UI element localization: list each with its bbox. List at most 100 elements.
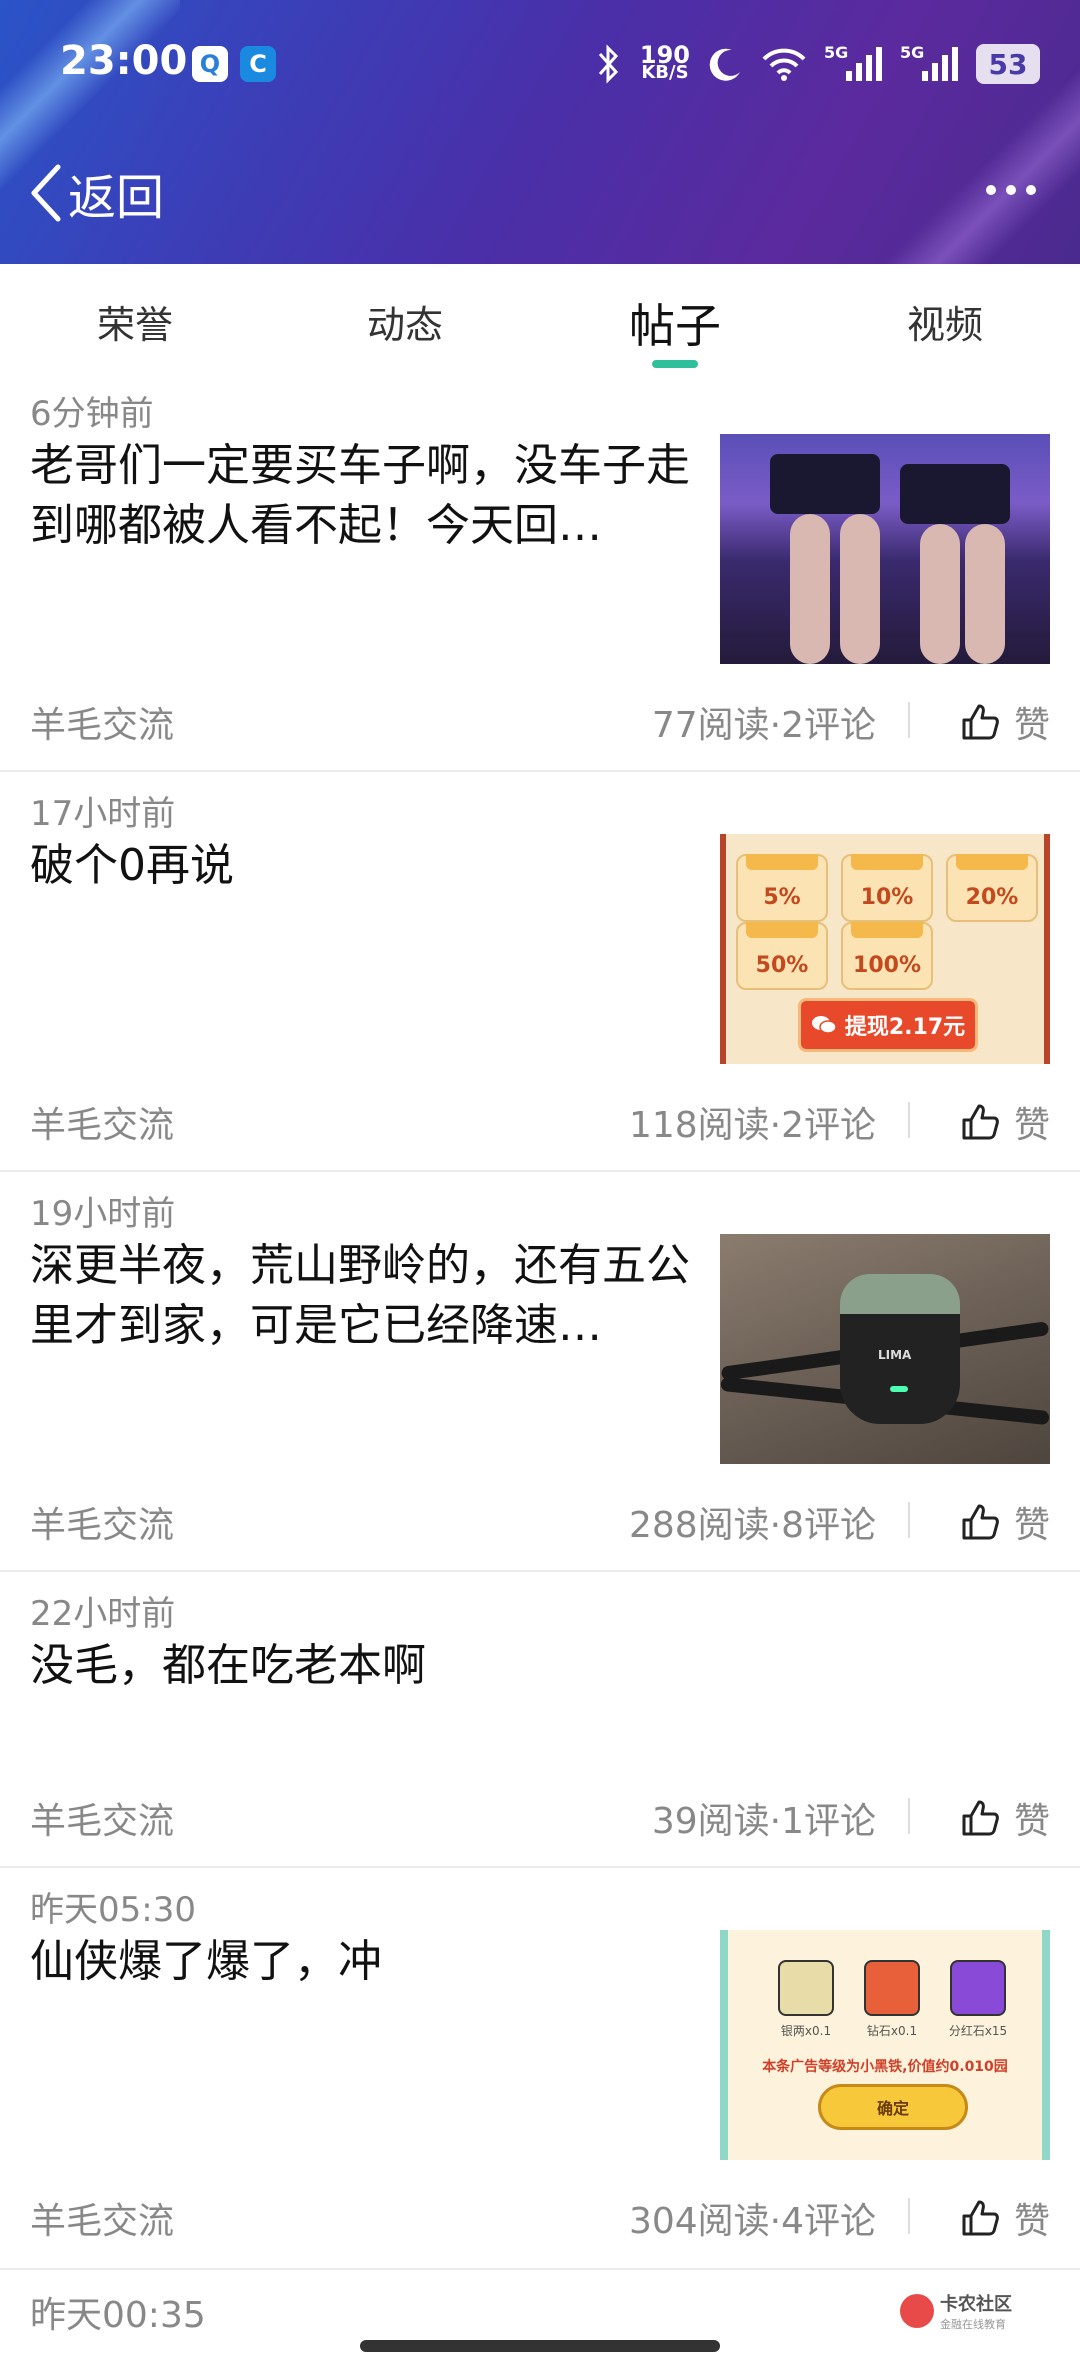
reward-item-image xyxy=(950,1960,1006,2016)
reward-item-image xyxy=(778,1960,834,2016)
tab-posts[interactable]: 帖子 xyxy=(540,264,810,374)
like-label: 赞 xyxy=(1013,1505,1050,1546)
post-item[interactable]: 19小时前 深更半夜，荒山野岭的，还有五公里才到家，可是它已经降速… LIMA … xyxy=(0,1174,1080,1572)
coupon-card: 50% xyxy=(736,922,828,990)
tab-videos[interactable]: 视频 xyxy=(810,264,1080,374)
tab-bar: 荣誉 动态 帖子 视频 xyxy=(0,264,1080,374)
watermark-subtitle: 金融在线教育 xyxy=(940,2318,1006,2331)
kanong-logo-icon xyxy=(900,2294,934,2328)
post-thumbnail[interactable] xyxy=(720,434,1050,664)
post-category[interactable]: 羊毛交流 xyxy=(30,696,174,748)
post-footer: 羊毛交流 118阅读·2评论 赞 xyxy=(30,1096,1050,1146)
thumbs-up-icon xyxy=(962,1504,999,1540)
battery-icon: 53 xyxy=(976,44,1040,84)
thumbs-up-icon xyxy=(962,2200,999,2236)
active-tab-indicator xyxy=(652,360,698,368)
like-button[interactable]: 赞 xyxy=(960,1496,1050,1548)
more-menu-button[interactable] xyxy=(986,180,1036,200)
post-title[interactable]: 深更半夜，荒山野岭的，还有五公里才到家，可是它已经降速… xyxy=(30,1236,710,1356)
signal-icon: 5G xyxy=(900,43,958,81)
watermark-title: 卡农社区 xyxy=(940,2294,1012,2315)
post-footer: 羊毛交流 77阅读·2评论 赞 xyxy=(30,696,1050,746)
home-indicator[interactable] xyxy=(360,2340,720,2352)
more-dot-icon xyxy=(986,185,996,195)
post-stats: 39阅读·1评论 xyxy=(651,1801,876,1842)
notification-app-icon: Q xyxy=(192,46,228,82)
divider xyxy=(908,1502,910,1538)
like-button[interactable]: 赞 xyxy=(960,1792,1050,1844)
post-title[interactable]: 仙侠爆了爆了，冲 xyxy=(30,1932,710,1992)
reward-label: 分红石x15 xyxy=(948,2024,1008,2038)
post-time: 19小时前 xyxy=(30,1194,176,1234)
like-label: 赞 xyxy=(1013,1801,1050,1842)
tab-label: 帖子 xyxy=(629,299,721,353)
post-time: 昨天00:35 xyxy=(30,2295,206,2336)
tab-activity[interactable]: 动态 xyxy=(270,264,540,374)
network-speed: 190 KB/S xyxy=(639,41,690,83)
like-label: 赞 xyxy=(1013,2201,1050,2242)
post-item[interactable]: 17小时前 破个0再说 5% 10% 20% 50% 100% 提现2.17元 … xyxy=(0,774,1080,1172)
divider xyxy=(908,2198,910,2234)
more-dot-icon xyxy=(1006,185,1016,195)
more-dot-icon xyxy=(1026,185,1036,195)
signal-icon: 5G xyxy=(824,43,882,81)
confirm-button-image: 确定 xyxy=(818,2084,968,2130)
post-thumbnail[interactable]: LIMA xyxy=(720,1234,1050,1464)
post-thumbnail[interactable]: 5% 10% 20% 50% 100% 提现2.17元 xyxy=(720,834,1050,1064)
post-category[interactable]: 羊毛交流 xyxy=(30,1792,174,1844)
moon-icon xyxy=(709,48,740,81)
post-item[interactable]: 6分钟前 老哥们一定要买车子啊，没车子走到哪都被人看不起！今天回… 羊毛交流 7… xyxy=(0,374,1080,772)
like-button[interactable]: 赞 xyxy=(960,1096,1050,1148)
post-footer: 羊毛交流 39阅读·1评论 赞 xyxy=(30,1792,1050,1842)
post-stats: 304阅读·4评论 xyxy=(628,2201,876,2242)
watermark: 卡农社区 金融在线教育 xyxy=(900,2290,1012,2332)
notification-app-icon: C xyxy=(240,46,276,82)
status-time: 23:00 xyxy=(60,38,188,84)
divider xyxy=(908,1798,910,1834)
thumbs-up-icon xyxy=(962,1800,999,1836)
nav-bar: 返回 xyxy=(0,140,1080,250)
post-category[interactable]: 羊毛交流 xyxy=(30,1496,174,1548)
coupon-card: 5% xyxy=(736,854,828,922)
post-time: 22小时前 xyxy=(30,1594,176,1634)
withdraw-button-image: 提现2.17元 xyxy=(798,998,978,1052)
wifi-icon xyxy=(762,48,806,81)
back-button[interactable]: 返回 xyxy=(28,158,164,228)
post-time: 昨天05:30 xyxy=(30,1890,196,1930)
tab-label: 荣誉 xyxy=(96,303,173,347)
coupon-card: 100% xyxy=(841,922,933,990)
post-time: 6分钟前 xyxy=(30,394,154,434)
post-footer: 羊毛交流 288阅读·8评论 赞 xyxy=(30,1496,1050,1546)
divider xyxy=(908,1102,910,1138)
coupon-card: 10% xyxy=(841,854,933,922)
post-item[interactable]: 22小时前 没毛，都在吃老本啊 羊毛交流 39阅读·1评论 赞 xyxy=(0,1574,1080,1868)
reward-note: 本条广告等级为小黑铁,价值约0.010园 xyxy=(762,2059,1008,2075)
tab-honor[interactable]: 荣誉 xyxy=(0,264,270,374)
tab-label: 动态 xyxy=(366,303,443,347)
post-footer: 羊毛交流 304阅读·4评论 赞 xyxy=(30,2192,1050,2242)
post-title[interactable]: 老哥们一定要买车子啊，没车子走到哪都被人看不起！今天回… xyxy=(30,436,710,556)
reward-label: 银两x0.1 xyxy=(780,2024,832,2038)
divider xyxy=(908,702,910,738)
thumbs-up-icon xyxy=(962,704,999,740)
like-button[interactable]: 赞 xyxy=(960,2192,1050,2244)
post-stats: 288阅读·8评论 xyxy=(628,1505,876,1546)
post-category[interactable]: 羊毛交流 xyxy=(30,2192,174,2244)
reward-item-image xyxy=(864,1960,920,2016)
post-stats: 77阅读·2评论 xyxy=(651,705,876,746)
post-category[interactable]: 羊毛交流 xyxy=(30,1096,174,1148)
like-button[interactable]: 赞 xyxy=(960,696,1050,748)
status-bar: 23:00 Q C 190 KB/S 5G 5G 53 xyxy=(0,0,1080,128)
status-icons: 190 KB/S 5G 5G 53 xyxy=(594,40,1040,88)
post-title[interactable]: 破个0再说 xyxy=(30,836,710,896)
post-thumbnail[interactable]: 银两x0.1 钻石x0.1 分红石x15 本条广告等级为小黑铁,价值约0.010… xyxy=(720,1930,1050,2160)
post-title[interactable]: 没毛，都在吃老本啊 xyxy=(30,1636,1030,1696)
post-stats: 118阅读·2评论 xyxy=(628,1105,876,1146)
reward-label: 钻石x0.1 xyxy=(866,2024,918,2038)
chevron-left-icon xyxy=(31,164,61,222)
tab-label: 视频 xyxy=(906,303,983,347)
post-item[interactable]: 昨天05:30 仙侠爆了爆了，冲 银两x0.1 钻石x0.1 分红石x15 本条… xyxy=(0,1870,1080,2270)
post-time: 17小时前 xyxy=(30,794,176,834)
header: 23:00 Q C 190 KB/S 5G 5G 53 返回 xyxy=(0,0,1080,264)
like-label: 赞 xyxy=(1013,705,1050,746)
